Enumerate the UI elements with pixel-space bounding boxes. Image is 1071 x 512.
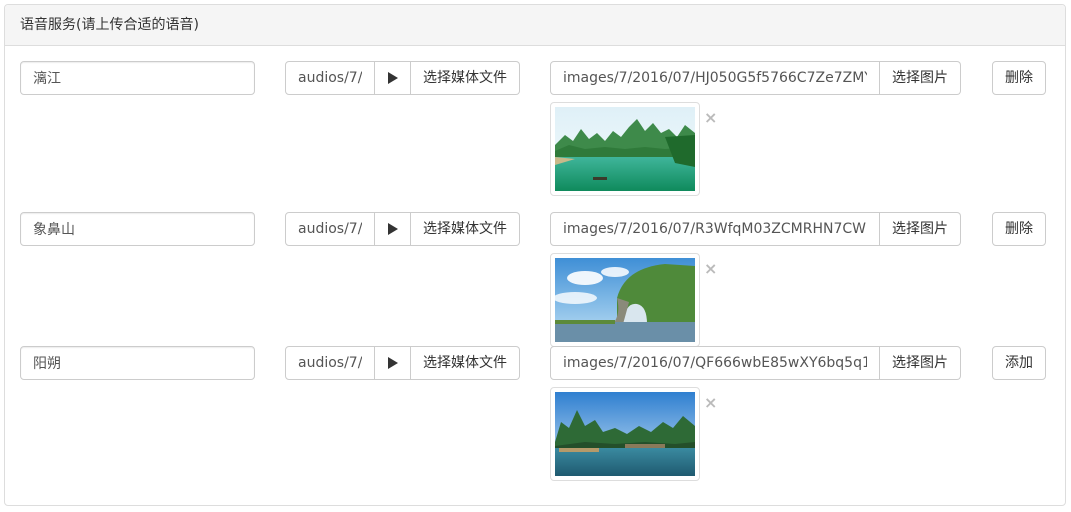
audio-input[interactable]: [285, 61, 375, 95]
delete-button[interactable]: 删除: [992, 212, 1046, 246]
play-icon: [387, 357, 398, 369]
panel-title: 语音服务(请上传合适的语音): [5, 5, 1065, 46]
remove-image-icon[interactable]: ×: [704, 395, 717, 411]
name-input[interactable]: [20, 61, 255, 95]
play-button[interactable]: [375, 346, 411, 380]
select-media-button[interactable]: 选择媒体文件: [411, 212, 520, 246]
image-path-input[interactable]: [550, 61, 880, 95]
image-path-input[interactable]: [550, 212, 880, 246]
add-button[interactable]: 添加: [992, 346, 1046, 380]
select-image-button[interactable]: 选择图片: [880, 212, 961, 246]
audio-group: 选择媒体文件: [285, 346, 520, 380]
select-media-button[interactable]: 选择媒体文件: [411, 346, 520, 380]
image-thumbnail: [550, 253, 700, 347]
voice-service-panel: 语音服务(请上传合适的语音) 选择媒体文件 选择图片 删除: [4, 4, 1066, 506]
image-thumbnail: [550, 387, 700, 481]
yangshuo-river-image: [555, 392, 695, 476]
image-group: 选择图片: [550, 61, 961, 95]
image-group: 选择图片: [550, 212, 961, 246]
image-path-input[interactable]: [550, 346, 880, 380]
audio-group: 选择媒体文件: [285, 61, 520, 95]
remove-image-icon[interactable]: ×: [704, 110, 717, 126]
audio-input[interactable]: [285, 212, 375, 246]
play-button[interactable]: [375, 61, 411, 95]
name-input[interactable]: [20, 212, 255, 246]
play-button[interactable]: [375, 212, 411, 246]
select-media-button[interactable]: 选择媒体文件: [411, 61, 520, 95]
image-thumbnail: [550, 102, 700, 196]
select-image-button[interactable]: 选择图片: [880, 346, 961, 380]
select-image-button[interactable]: 选择图片: [880, 61, 961, 95]
audio-input[interactable]: [285, 346, 375, 380]
audio-group: 选择媒体文件: [285, 212, 520, 246]
play-icon: [387, 72, 398, 84]
elephant-trunk-hill-image: [555, 258, 695, 342]
remove-image-icon[interactable]: ×: [704, 261, 717, 277]
name-input[interactable]: [20, 346, 255, 380]
delete-button[interactable]: 删除: [992, 61, 1046, 95]
river-landscape-image: [555, 107, 695, 191]
image-group: 选择图片: [550, 346, 961, 380]
play-icon: [387, 223, 398, 235]
